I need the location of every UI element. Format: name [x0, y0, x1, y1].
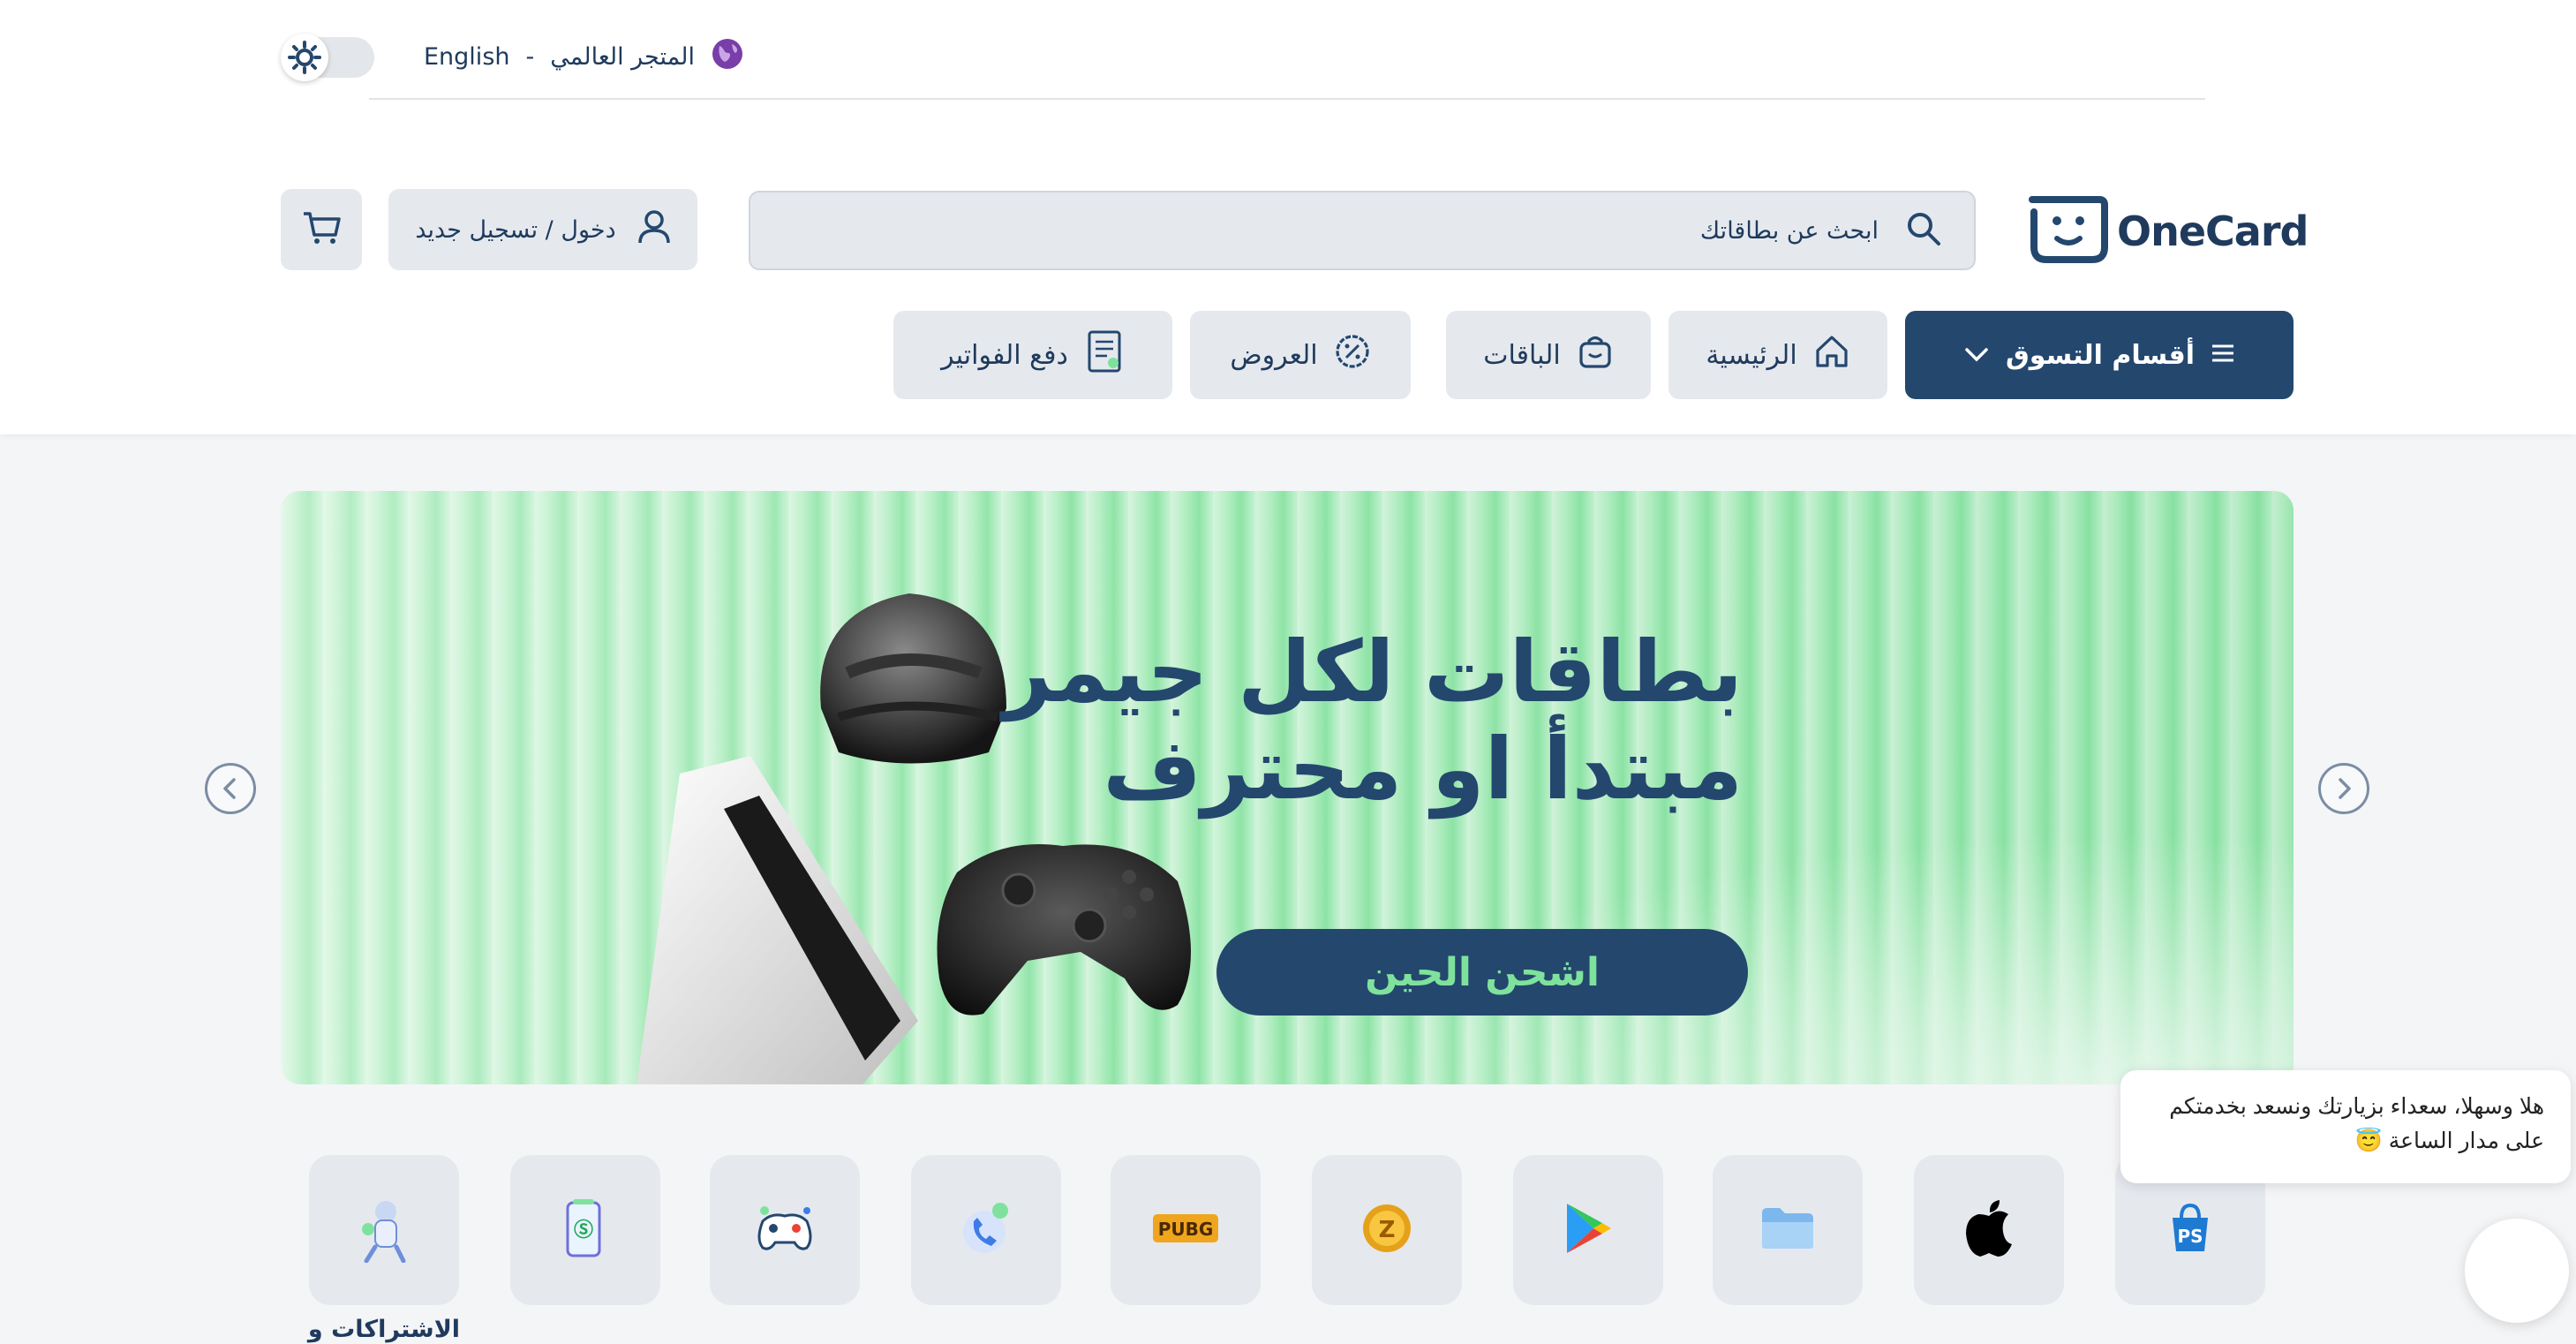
login-label: دخول / تسجيل جديد [415, 215, 616, 244]
folder-icon [1759, 1204, 1817, 1256]
theme-toggle[interactable] [281, 34, 374, 81]
banner-line-1: بطاقات لكل جيمر [1003, 623, 1743, 721]
cart-icon [302, 210, 341, 249]
svg-text:PUBG: PUBG [1158, 1219, 1214, 1240]
offers-label: العروض [1230, 339, 1318, 371]
site-header: English - المتجر العالمي OneCard ابحث عن… [0, 0, 2576, 434]
search-placeholder: ابحث عن بطاقاتك [1699, 216, 1879, 245]
chat-welcome-message[interactable]: هلا وسهلا، سعداء بزيارتك ونسعد بخدمتكم ع… [2120, 1070, 2571, 1183]
controller-image [937, 844, 1191, 1016]
category-coins[interactable]: Z [1312, 1155, 1462, 1305]
bills-label: دفع الفواتير [941, 339, 1068, 371]
chevron-down-icon [1963, 340, 1990, 371]
nav-home[interactable]: الرئيسية [1668, 311, 1887, 399]
topup-now-button[interactable]: اشحن الحين [1216, 929, 1748, 1016]
gamepad-icon [754, 1204, 816, 1257]
svg-text:PS: PS [2177, 1226, 2203, 1247]
category-folder[interactable] [1713, 1155, 1863, 1305]
categories-menu-button[interactable]: أقسام التسوق [1905, 311, 2294, 399]
search-input[interactable]: ابحث عن بطاقاتك [749, 191, 1976, 270]
home-label: الرئيسية [1706, 339, 1797, 371]
console-image [636, 756, 918, 1084]
categories-label: أقسام التسوق [2005, 339, 2196, 371]
language-store-switcher[interactable]: English - المتجر العالمي [424, 37, 744, 77]
category-pubg[interactable]: PUBG [1111, 1155, 1261, 1305]
chat-launcher-button[interactable] [2465, 1219, 2569, 1323]
banner-line-2: مبتدأ او محترف [1103, 720, 1743, 819]
hero-banner[interactable]: بطاقات لكل جيمر مبتدأ او محترف اشحن الحي… [281, 491, 2294, 1084]
nav-bundles[interactable]: الباقات [1446, 311, 1651, 399]
cart-button[interactable] [281, 189, 362, 270]
bill-icon [1084, 329, 1125, 381]
carousel-next-button[interactable] [2318, 763, 2369, 814]
svg-text:Ⓢ: Ⓢ [574, 1219, 593, 1242]
login-button[interactable]: دخول / تسجيل جديد [388, 189, 697, 270]
pubg-icon: PUBG [1151, 1211, 1220, 1250]
home-icon [1813, 333, 1850, 377]
coin-icon: Z [1360, 1202, 1413, 1258]
carousel-prev-button[interactable] [205, 763, 256, 814]
google-play-icon [1562, 1200, 1615, 1260]
menu-icon [2211, 340, 2235, 371]
user-icon [637, 209, 671, 251]
category-google-play[interactable] [1513, 1155, 1663, 1305]
nav-bills[interactable]: دفع الفواتير [893, 311, 1172, 399]
bag-icon [1577, 333, 1614, 377]
playstation-icon: PS [2165, 1202, 2215, 1258]
globe-icon [711, 37, 744, 77]
sun-icon [281, 34, 328, 81]
category-calls[interactable] [911, 1155, 1061, 1305]
category-subscriptions[interactable] [309, 1155, 459, 1305]
banner-headline: بطاقات لكل جيمر مبتدأ او محترف [948, 623, 1743, 819]
category-label-subscriptions: الاشتراكات و [307, 1316, 461, 1343]
logo-text: OneCard [2117, 208, 2309, 255]
separator: - [525, 42, 535, 71]
divider [369, 98, 2205, 100]
bundles-label: الباقات [1483, 339, 1561, 371]
category-gaming[interactable] [710, 1155, 860, 1305]
svg-text:Z: Z [1379, 1217, 1396, 1243]
category-apple[interactable] [1914, 1155, 2064, 1305]
mobile-recharge-icon: Ⓢ [562, 1197, 608, 1263]
category-mobile-recharge[interactable]: Ⓢ [510, 1155, 660, 1305]
logo-mark-icon [2027, 194, 2108, 268]
subscriptions-icon [356, 1194, 412, 1266]
nav-offers[interactable]: العروض [1190, 311, 1411, 399]
apple-icon [1962, 1198, 2015, 1262]
language-link[interactable]: English [424, 43, 510, 71]
onecard-logo[interactable]: OneCard [2027, 194, 2309, 268]
phone-icon [960, 1200, 1013, 1260]
discount-icon [1334, 333, 1371, 377]
store-link[interactable]: المتجر العالمي [550, 43, 695, 71]
search-icon [1905, 210, 1942, 251]
